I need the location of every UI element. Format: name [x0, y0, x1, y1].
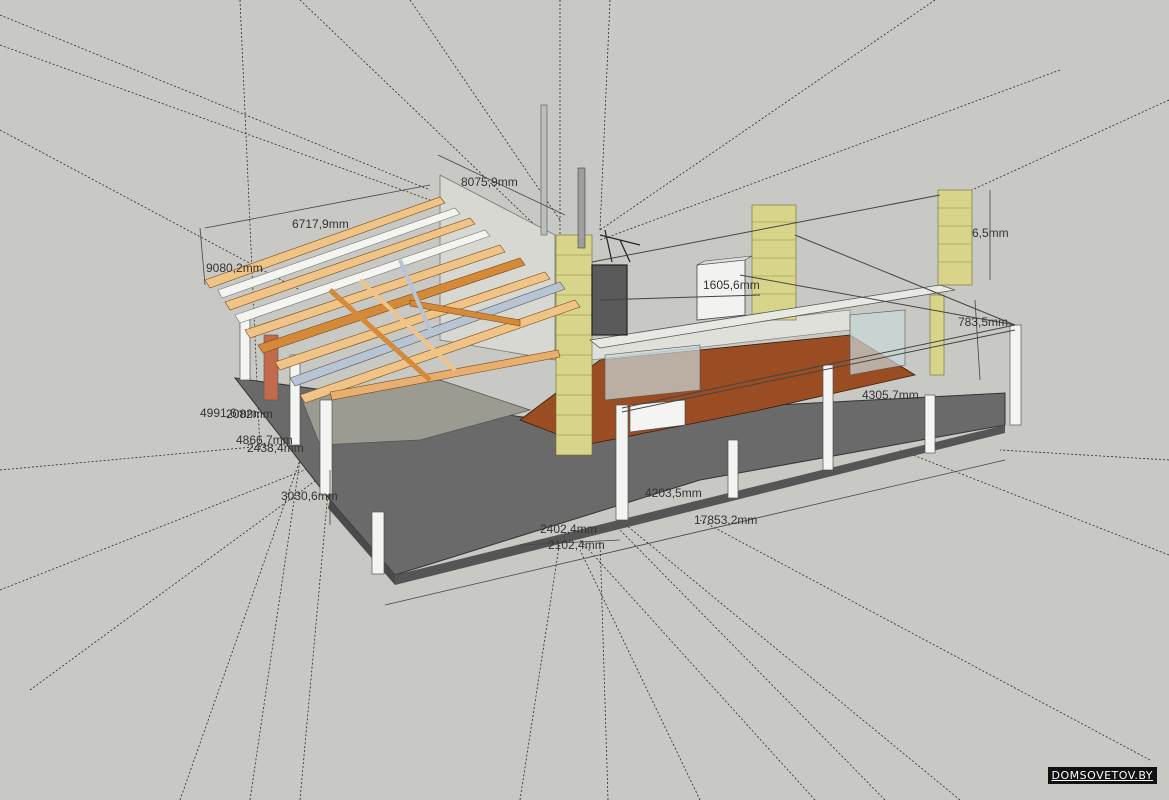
dimension-label: 3030,6mm — [281, 489, 338, 503]
chimney-icon — [540, 104, 586, 249]
dimension-label: 17853,2mm — [694, 513, 757, 527]
dimension-label: 8075,9mm — [461, 175, 518, 189]
dimension-label: 2402,4mm — [540, 522, 597, 536]
3d-model-viewport[interactable]: 8075,9mm 6717,9mm 9080,2mm 1605,6mm 6,5m… — [0, 0, 1169, 800]
dimension-label: 6717,9mm — [292, 217, 349, 231]
dimension-label: 783,5mm — [958, 315, 1008, 329]
glass-panel-1 — [604, 344, 701, 401]
dimension-label: 6,5mm — [972, 226, 1009, 240]
log-wall-middle[interactable] — [751, 204, 797, 321]
dimension-label: 2102,4mm — [548, 538, 605, 552]
dimension-label: 2438,4mm — [247, 441, 304, 455]
dimension-label: 2082mm — [226, 407, 273, 421]
dimension-label: 4305,7mm — [862, 388, 919, 402]
log-wall-right[interactable] — [929, 189, 973, 376]
dimension-label: 1605,6mm — [703, 278, 760, 292]
stove-assembly — [591, 229, 641, 336]
dimension-label: 9080,2mm — [206, 261, 263, 275]
watermark-logo: DOMSOVETOV.BY — [1047, 767, 1157, 784]
dimension-label: 4203,5mm — [645, 486, 702, 500]
glass-panel-2 — [849, 309, 906, 376]
log-wall-left[interactable] — [555, 234, 593, 456]
